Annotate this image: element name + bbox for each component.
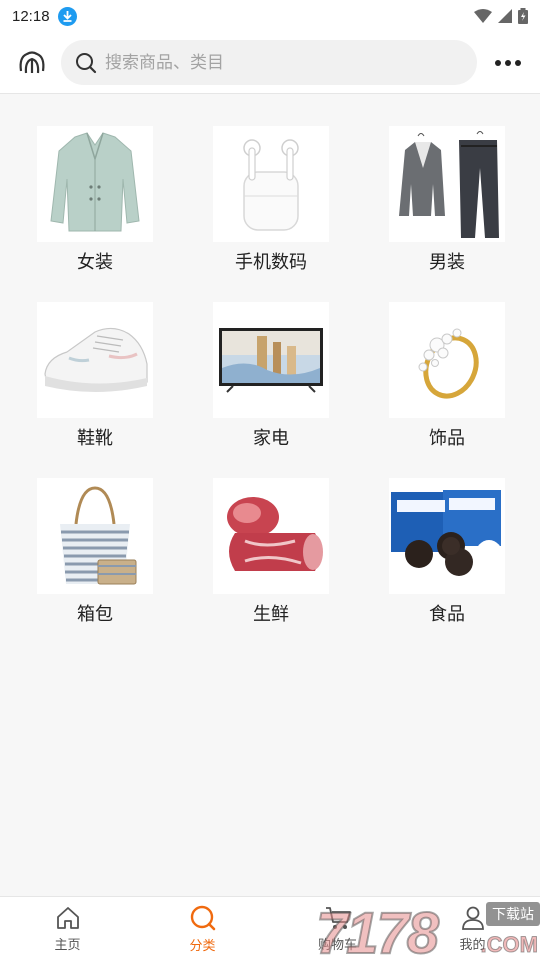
nav-label: 分类	[189, 938, 216, 953]
status-bar: 12:18	[0, 0, 540, 32]
category-appliances[interactable]: 家电	[191, 302, 351, 462]
cookies-image	[389, 478, 505, 594]
category-label: 生鲜	[253, 604, 289, 624]
battery-icon	[518, 8, 528, 24]
more-dot	[515, 59, 521, 66]
app-logo-icon[interactable]	[17, 48, 47, 78]
category-label: 饰品	[429, 428, 465, 448]
more-options-button[interactable]	[495, 59, 521, 66]
status-icons	[474, 8, 528, 24]
category-jewelry[interactable]: 饰品	[367, 302, 527, 462]
nav-profile[interactable]: 我的	[405, 897, 540, 960]
nav-home[interactable]: 主页	[0, 897, 135, 960]
category-label: 箱包	[77, 604, 113, 624]
wifi-icon	[474, 9, 492, 23]
user-icon	[461, 906, 484, 930]
search-bar[interactable]	[61, 40, 477, 85]
category-label: 女装	[77, 252, 113, 272]
nav-label: 购物车	[317, 937, 357, 952]
category-shoes[interactable]: 鞋靴	[15, 302, 175, 462]
category-women-clothing[interactable]: 女装	[15, 126, 175, 286]
bottom-nav: 主页 分类 购物车 我的	[0, 896, 540, 960]
sneaker-image	[37, 302, 153, 418]
category-bags[interactable]: 箱包	[15, 478, 175, 638]
tote-bag-image	[37, 478, 153, 594]
category-label: 食品	[429, 604, 465, 624]
men-suit-image	[389, 126, 505, 242]
search-icon	[76, 52, 97, 73]
home-icon	[56, 907, 79, 929]
nav-label: 我的	[459, 937, 486, 952]
category-food[interactable]: 食品	[367, 478, 527, 638]
search-icon	[190, 905, 215, 931]
search-input[interactable]	[105, 52, 445, 73]
category-fresh-food[interactable]: 生鲜	[191, 478, 351, 638]
category-label: 家电	[253, 428, 289, 448]
signal-icon	[498, 9, 512, 23]
more-dot	[505, 59, 511, 66]
category-men-clothing[interactable]: 男装	[367, 126, 527, 286]
top-header	[0, 32, 540, 94]
status-time: 12:18	[12, 7, 50, 25]
nav-category[interactable]: 分类	[135, 897, 270, 960]
nav-cart[interactable]: 购物车	[270, 897, 405, 960]
category-label: 手机数码	[235, 252, 307, 272]
tv-image	[213, 302, 329, 418]
women-coat-image	[37, 126, 153, 242]
cart-icon	[325, 907, 351, 929]
category-phones-digital[interactable]: 手机数码	[191, 126, 351, 286]
category-label: 鞋靴	[77, 428, 113, 448]
ring-image	[389, 302, 505, 418]
earbuds-image	[213, 126, 329, 242]
category-label: 男装	[429, 252, 465, 272]
download-icon	[57, 6, 77, 26]
meat-image	[213, 478, 329, 594]
more-dot	[495, 59, 501, 66]
nav-label: 主页	[54, 937, 81, 952]
